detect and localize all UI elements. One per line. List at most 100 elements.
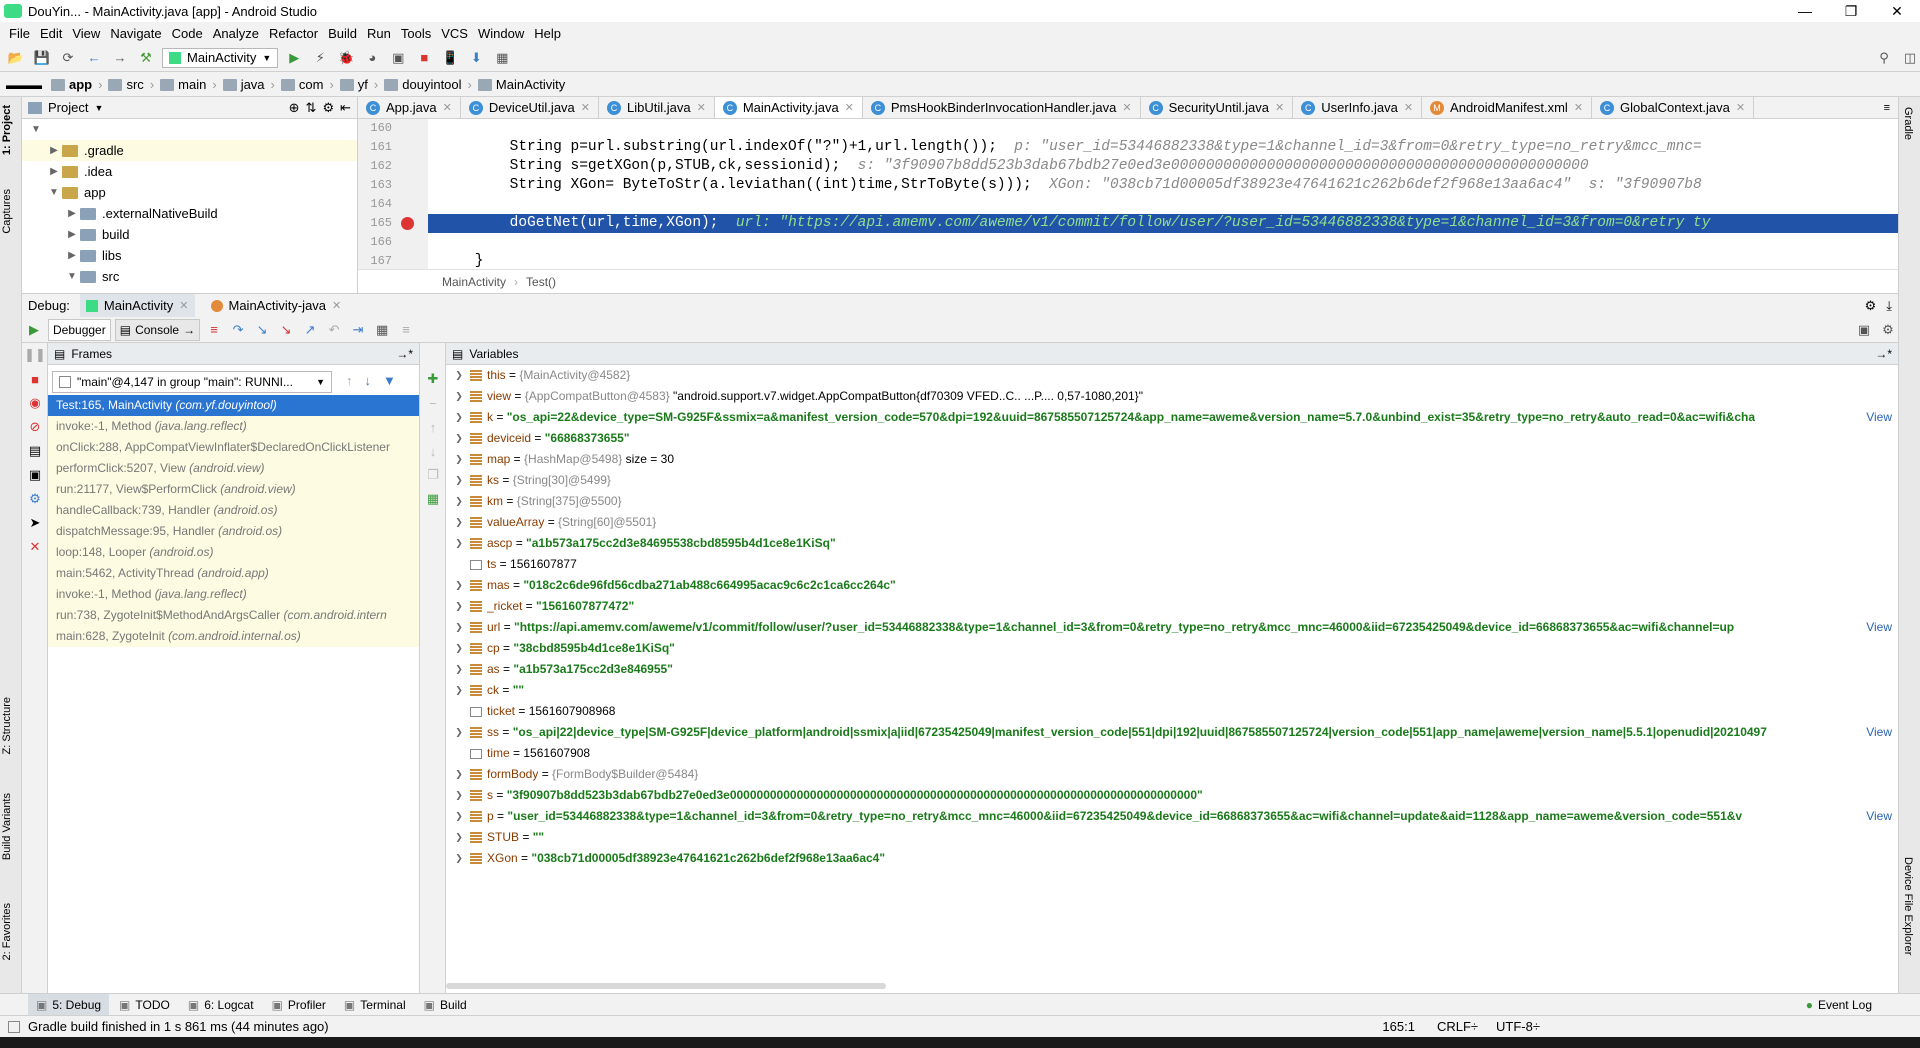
breadcrumb-item[interactable]: main › bbox=[157, 77, 220, 92]
editor-tab[interactable]: M AndroidManifest.xml ✕ bbox=[1422, 97, 1593, 118]
make-project-icon[interactable]: ⚒ bbox=[136, 48, 156, 68]
menu-item-edit[interactable]: Edit bbox=[35, 26, 67, 41]
frame-item[interactable]: invoke:-1, Method (java.lang.reflect) bbox=[48, 584, 419, 605]
variable-row[interactable]: ❯ ss = "os_api|22|device_type|SM-G925F|de… bbox=[446, 722, 1898, 743]
save-icon[interactable]: 💾 bbox=[32, 48, 52, 68]
breadcrumb-item[interactable]: MainActivity bbox=[475, 77, 568, 92]
project-root-icon[interactable]: ▬▬▬ bbox=[6, 78, 42, 92]
tool-tab-favorites[interactable]: 2: Favorites bbox=[1, 903, 13, 960]
close-button[interactable]: ✕ bbox=[1874, 0, 1920, 22]
chevron-right-icon[interactable]: ❯ bbox=[452, 365, 466, 386]
tree-item[interactable]: ▶ .externalNativeBuild bbox=[22, 203, 357, 224]
show-execution-point-icon[interactable]: ≡ bbox=[204, 320, 224, 340]
variable-row[interactable]: ❯ _ricket = "1561607877472" bbox=[446, 596, 1898, 617]
editor-tab[interactable]: C GlobalContext.java ✕ bbox=[1592, 97, 1755, 118]
code-line[interactable]: String p=url.substring(url.indexOf("?")+… bbox=[428, 138, 1898, 157]
tool-tab-build-variants[interactable]: Build Variants bbox=[1, 793, 13, 860]
bottom-tab[interactable]: ▣ 6: Logcat bbox=[180, 994, 262, 1016]
close-icon[interactable]: ✕ bbox=[1122, 101, 1131, 114]
variable-row[interactable]: ❯ s = "3f90907b8dd523b3dab67bdb27e0ed3e00… bbox=[446, 785, 1898, 806]
frame-item[interactable]: handleCallback:739, Handler (android.os) bbox=[48, 500, 419, 521]
menu-item-view[interactable]: View bbox=[67, 26, 105, 41]
tool-tab-gradle[interactable]: Gradle bbox=[1902, 107, 1914, 140]
view-link[interactable]: View bbox=[1866, 722, 1892, 743]
event-log-tab[interactable]: ● Event Log bbox=[1798, 994, 1880, 1016]
tool-tab-project[interactable]: 1: Project bbox=[1, 105, 13, 155]
tab-debugger[interactable]: Debugger bbox=[48, 318, 111, 341]
bottom-tab[interactable]: ▣ Profiler bbox=[264, 994, 334, 1016]
frame-item[interactable]: dispatchMessage:95, Handler (android.os) bbox=[48, 521, 419, 542]
scroll-from-source-icon[interactable]: ⊕ bbox=[289, 100, 300, 116]
variable-row[interactable]: ❯ ck = "" bbox=[446, 680, 1898, 701]
hide-panel-icon[interactable]: ⇤ bbox=[340, 100, 351, 116]
frame-item[interactable]: onClick:288, AppCompatViewInflater$Decla… bbox=[48, 437, 419, 458]
menu-item-vcs[interactable]: VCS bbox=[436, 26, 473, 41]
breadcrumb-item[interactable]: java › bbox=[220, 77, 278, 92]
tree-item[interactable]: ▼ app bbox=[22, 182, 357, 203]
code-line[interactable]: String XGon= ByteToStr(a.leviathan((int)… bbox=[428, 176, 1898, 195]
filter-icon[interactable]: ▼ bbox=[383, 373, 396, 388]
variable-row[interactable]: ❯ km = {String[375]@5500} bbox=[446, 491, 1898, 512]
back-icon[interactable]: ← bbox=[84, 48, 104, 68]
sync-icon[interactable]: ⟳ bbox=[58, 48, 78, 68]
open-folder-icon[interactable]: 📂 bbox=[6, 48, 26, 68]
variable-row[interactable]: ❯ XGon = "038cb71d00005df38923e47641621c2… bbox=[446, 848, 1898, 869]
bottom-tab[interactable]: ▣ Build bbox=[416, 994, 475, 1016]
menu-item-code[interactable]: Code bbox=[167, 26, 208, 41]
frame-item[interactable]: run:21177, View$PerformClick (android.vi… bbox=[48, 479, 419, 500]
chevron-down-icon[interactable]: ▼ bbox=[46, 187, 62, 198]
frame-up-icon[interactable]: ↑ bbox=[346, 373, 353, 388]
tabs-menu-icon[interactable]: ≡ bbox=[1876, 97, 1898, 118]
variable-row[interactable]: ❯ mas = "018c2c6de96fd56cdba271ab488c6649… bbox=[446, 575, 1898, 596]
collapse-all-icon[interactable]: ⇅ bbox=[306, 100, 317, 116]
editor-tab[interactable]: C MainActivity.java ✕ bbox=[714, 97, 863, 118]
menu-item-refactor[interactable]: Refactor bbox=[264, 26, 323, 41]
chevron-right-icon[interactable]: ▶ bbox=[64, 250, 80, 261]
variable-row[interactable]: ❯ view = {AppCompatButton@4583} "android.… bbox=[446, 386, 1898, 407]
step-over-icon[interactable]: ↷ bbox=[228, 320, 248, 340]
view-link[interactable]: View bbox=[1866, 617, 1892, 638]
minimize-button[interactable]: — bbox=[1782, 0, 1828, 22]
frame-item[interactable]: Test:165, MainActivity (com.yf.douyintoo… bbox=[48, 395, 419, 416]
new-watch-icon[interactable]: ✚ bbox=[425, 371, 441, 387]
stop-icon[interactable]: ■ bbox=[414, 48, 434, 68]
bottom-tab[interactable]: ▣ TODO bbox=[111, 994, 178, 1016]
frame-item[interactable]: performClick:5207, View (android.view) bbox=[48, 458, 419, 479]
settings-icon[interactable]: ⚙ bbox=[27, 491, 43, 507]
file-encoding[interactable]: UTF-8÷ bbox=[1496, 1019, 1540, 1034]
menu-item-analyze[interactable]: Analyze bbox=[208, 26, 264, 41]
chevron-right-icon[interactable]: ❯ bbox=[452, 533, 466, 554]
chevron-right-icon[interactable]: ❯ bbox=[452, 722, 466, 743]
bottom-tab[interactable]: ▣ Terminal bbox=[336, 994, 414, 1016]
view-breakpoints-icon[interactable]: ◉ bbox=[27, 395, 43, 411]
restore-layout-icon[interactable]: ▣ bbox=[1854, 320, 1874, 340]
chevron-right-icon[interactable]: ❯ bbox=[452, 827, 466, 848]
caret-position[interactable]: 165:1 bbox=[1382, 1019, 1415, 1034]
pause-icon[interactable]: ❚❚ bbox=[24, 347, 46, 363]
thread-select[interactable]: "main"@4,147 in group "main": RUNNI... ▼ bbox=[52, 371, 332, 393]
breadcrumb-item[interactable]: douyintool › bbox=[381, 77, 475, 92]
frame-item[interactable]: main:628, ZygoteInit (com.android.intern… bbox=[48, 626, 419, 647]
chevron-right-icon[interactable]: ❯ bbox=[452, 428, 466, 449]
chevron-down-icon[interactable]: ▼ bbox=[64, 271, 80, 282]
chevron-right-icon[interactable]: ▶ bbox=[46, 145, 62, 156]
tree-item[interactable]: ▶ build bbox=[22, 224, 357, 245]
forward-icon[interactable]: → bbox=[110, 48, 130, 68]
step-into-icon[interactable]: ↘ bbox=[252, 320, 272, 340]
variable-row[interactable]: ❯ as = "a1b573a175cc2d3e846955" bbox=[446, 659, 1898, 680]
variable-row[interactable]: ❯ ks = {String[30]@5499} bbox=[446, 470, 1898, 491]
variable-row[interactable]: ❯ cp = "38cbd8595b4d1ce8e1KiSq" bbox=[446, 638, 1898, 659]
variable-row[interactable]: ticket = 1561607908968 bbox=[446, 701, 1898, 722]
variable-row[interactable]: ❯ ascp = "a1b573a175cc2d3e84695538cbd8595… bbox=[446, 533, 1898, 554]
step-out-icon[interactable]: ↗ bbox=[300, 320, 320, 340]
resume-icon[interactable]: ▶ bbox=[24, 320, 44, 340]
breakpoint-icon[interactable] bbox=[401, 217, 414, 230]
menu-item-navigate[interactable]: Navigate bbox=[105, 26, 166, 41]
sdk-manager-icon[interactable]: ⬇ bbox=[466, 48, 486, 68]
mute-breakpoints-icon[interactable]: ⊘ bbox=[27, 419, 43, 435]
chevron-right-icon[interactable]: ▶ bbox=[46, 166, 62, 177]
frame-item[interactable]: loop:148, Looper (android.os) bbox=[48, 542, 419, 563]
more-icon[interactable]: →* bbox=[1875, 347, 1892, 361]
tree-item[interactable]: ▶ libs bbox=[22, 245, 357, 266]
variable-row[interactable]: ❯ STUB = "" bbox=[446, 827, 1898, 848]
